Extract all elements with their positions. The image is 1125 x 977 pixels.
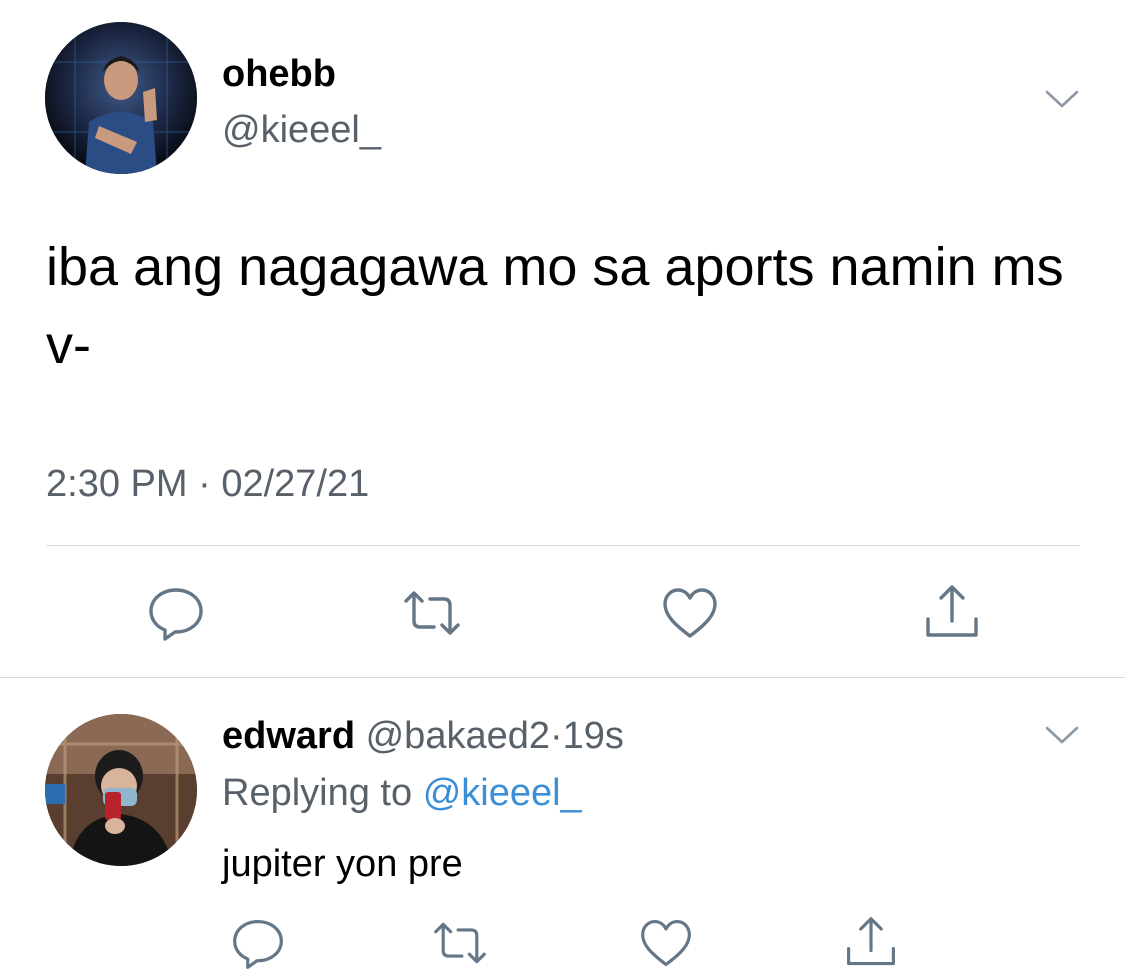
author-display-name[interactable]: ohebb bbox=[222, 50, 336, 98]
meta-separator: · bbox=[550, 715, 563, 757]
divider bbox=[46, 545, 1080, 546]
tweet-divider bbox=[0, 677, 1125, 678]
meta-separator: · bbox=[198, 463, 211, 505]
reply-author-avatar[interactable] bbox=[45, 714, 197, 866]
reply-header: edward @bakaed2·19s bbox=[222, 710, 624, 762]
tweet-text: iba ang nagagawa mo sa aports namin ms v… bbox=[46, 237, 1064, 375]
chevron-down-icon[interactable] bbox=[1044, 720, 1080, 750]
retweet-icon[interactable] bbox=[402, 583, 462, 643]
share-icon[interactable] bbox=[843, 915, 899, 971]
retweet-icon[interactable] bbox=[432, 915, 488, 971]
replying-to-line: Replying to @kieeel_ bbox=[222, 767, 582, 819]
avatar-image bbox=[45, 22, 197, 174]
reply-icon[interactable] bbox=[146, 583, 206, 643]
tweet-time: 2:30 PM bbox=[46, 463, 188, 505]
like-icon[interactable] bbox=[660, 583, 720, 643]
author-avatar[interactable] bbox=[45, 22, 197, 174]
author-handle[interactable]: @kieeel_ bbox=[222, 106, 381, 154]
like-icon[interactable] bbox=[638, 915, 694, 971]
reply-tweet-text: jupiter yon pre bbox=[222, 843, 463, 885]
tweet-date: 02/27/21 bbox=[221, 463, 370, 505]
reply-author-handle[interactable]: @bakaed2 bbox=[366, 715, 550, 757]
avatar-image bbox=[45, 714, 197, 866]
share-icon[interactable] bbox=[922, 583, 982, 643]
replying-to-handle-link[interactable]: @kieeel_ bbox=[423, 772, 582, 814]
tweet-timestamp: 2:30 PM · 02/27/21 bbox=[46, 460, 369, 508]
replying-to-label: Replying to bbox=[222, 772, 413, 814]
chevron-down-icon[interactable] bbox=[1044, 84, 1080, 114]
reply-icon[interactable] bbox=[230, 915, 286, 971]
reply-author-display-name[interactable]: edward bbox=[222, 715, 355, 757]
reply-age: 19s bbox=[562, 715, 624, 757]
